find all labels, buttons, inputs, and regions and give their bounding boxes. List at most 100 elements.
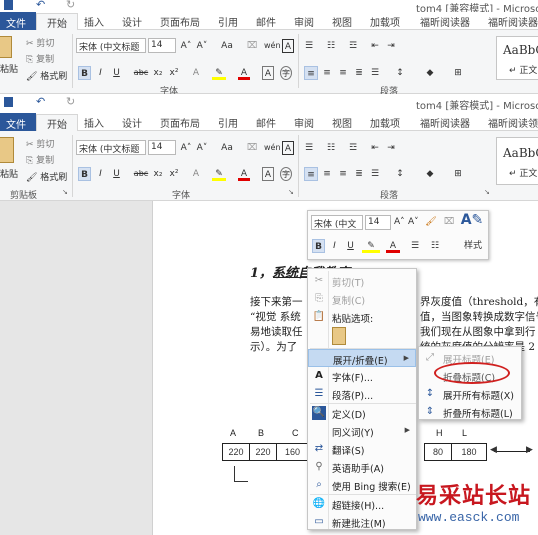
tab-review[interactable]: 审阅 — [294, 115, 314, 130]
paste-button[interactable]: 粘贴 — [0, 167, 18, 180]
mini-highlight-icon[interactable]: ✎ — [362, 239, 380, 253]
grow-font-icon[interactable]: A˄ — [180, 141, 192, 155]
table-cell[interactable]: 220 — [249, 443, 277, 461]
tab-addins-top[interactable]: 加载项 — [370, 14, 400, 29]
tab-references[interactable]: 引用 — [218, 115, 238, 130]
menu-item-expand-collapse[interactable]: 展开/折叠(E) ▶ — [308, 349, 416, 367]
decrease-indent-icon[interactable]: ⇤ — [368, 141, 382, 155]
menu-item-font[interactable]: A 字体(F)... — [308, 367, 416, 385]
undo-icon[interactable]: ↶ — [36, 0, 45, 11]
shrink-font-icon[interactable]: A˅ — [196, 39, 208, 53]
tab-home-top[interactable]: 开始 — [36, 13, 78, 31]
tab-view-top[interactable]: 视图 — [332, 14, 352, 29]
doc-line-4[interactable]: 示）。为了 — [250, 339, 297, 354]
table-cell[interactable]: 180 — [451, 443, 487, 461]
distribute-icon[interactable]: ☰ — [368, 167, 382, 181]
strikethrough-button[interactable]: abc — [132, 167, 150, 181]
clear-format-icon[interactable]: ⌧ — [442, 215, 456, 229]
menu-item-bing-search[interactable]: ⌕ 使用 Bing 搜索(E) — [308, 476, 416, 494]
subscript-icon[interactable]: x₂ — [152, 167, 164, 181]
doc-line-2[interactable]: “视觉 系统 — [250, 309, 301, 324]
tab-foxit-top[interactable]: 福昕阅读器 — [420, 14, 470, 29]
tab-insert-top[interactable]: 插入 — [84, 14, 104, 29]
cut-button-top[interactable]: ✂ 剪切 — [26, 36, 54, 49]
redo-icon[interactable]: ↻ — [66, 95, 75, 108]
menu-item-new-comment[interactable]: ▭ 新建批注(M) — [308, 513, 416, 531]
doc-line-3[interactable]: 易地读取任 — [250, 324, 303, 339]
mini-bullets-icon[interactable]: ☰ — [408, 239, 422, 253]
save-icon[interactable] — [4, 97, 13, 107]
redo-icon[interactable]: ↻ — [66, 0, 75, 11]
clear-format-icon[interactable]: ⌧ — [246, 141, 258, 155]
italic-button[interactable]: I — [94, 167, 107, 181]
tab-foxit2-top[interactable]: 福昕阅读器 — [488, 14, 538, 29]
bullets-icon[interactable]: ☰ — [302, 39, 316, 53]
submenu-item-expand-all[interactable]: ↕ 展开所有标题(X) — [419, 385, 521, 403]
phonetic-guide-button[interactable]: wén — [264, 141, 281, 155]
shrink-font-icon[interactable]: A˅ — [196, 141, 208, 155]
bold-button-top[interactable]: B — [78, 66, 91, 80]
font-name-combo-top[interactable]: 宋体 (中文标题 — [76, 38, 146, 53]
bullets-icon[interactable]: ☰ — [302, 141, 316, 155]
phonetic-guide-button[interactable]: wén — [264, 39, 281, 53]
decrease-indent-icon[interactable]: ⇤ — [368, 39, 382, 53]
shading-icon[interactable]: ◆ — [422, 167, 438, 181]
align-left-icon[interactable]: ≡ — [304, 66, 318, 80]
styles-pane-icon[interactable]: A✎ — [460, 213, 484, 227]
line-spacing-icon[interactable]: ↕ — [392, 66, 408, 80]
tab-design[interactable]: 设计 — [122, 115, 142, 130]
doc-line-3-right[interactable]: 我们现在从图象中拿到行 — [420, 324, 536, 339]
mini-font-color-icon[interactable]: A — [386, 239, 400, 253]
doc-line-1[interactable]: 接下来第一 — [250, 294, 303, 309]
increase-indent-icon[interactable]: ⇥ — [384, 39, 398, 53]
tab-review-top[interactable]: 审阅 — [294, 14, 314, 29]
char-border-icon[interactable]: A — [282, 39, 294, 53]
mini-font-name-combo[interactable]: 宋体 (中文 — [311, 215, 363, 230]
paste-icon[interactable] — [0, 36, 12, 58]
font-color-icon[interactable]: A — [238, 66, 250, 80]
change-case-button[interactable]: Aa — [218, 141, 236, 155]
tab-insert[interactable]: 插入 — [84, 115, 104, 130]
bold-button[interactable]: B — [78, 167, 91, 181]
mini-bold-button[interactable]: B — [312, 239, 325, 253]
save-icon[interactable] — [4, 0, 13, 10]
tab-view[interactable]: 视图 — [332, 115, 352, 130]
mini-italic-button[interactable]: I — [328, 239, 341, 253]
menu-item-hyperlink[interactable]: 🌐 超链接(H)... — [308, 495, 416, 513]
mini-numbering-icon[interactable]: ☷ — [428, 239, 442, 253]
char-shading-icon[interactable]: A — [262, 167, 274, 181]
text-effect-icon[interactable]: A — [190, 167, 202, 181]
menu-item-translate[interactable]: ⇄ 翻译(S) — [308, 440, 416, 458]
superscript-icon[interactable]: x² — [168, 167, 180, 181]
doc-line-2-right[interactable]: 值，当图象转换成数字信号 — [420, 309, 538, 324]
tab-references-top[interactable]: 引用 — [218, 14, 238, 29]
undo-icon[interactable]: ↶ — [36, 95, 45, 108]
tab-layout[interactable]: 页面布局 — [160, 115, 200, 130]
borders-icon[interactable]: ⊞ — [450, 66, 466, 80]
shading-icon[interactable]: ◆ — [422, 66, 438, 80]
font-size-combo[interactable]: 14 — [148, 140, 176, 155]
font-name-combo[interactable]: 宋体 (中文标题 — [76, 140, 146, 155]
align-right-icon[interactable]: ≡ — [336, 167, 350, 181]
mini-underline-button[interactable]: U — [344, 239, 357, 253]
borders-icon[interactable]: ⊞ — [450, 167, 466, 181]
tab-file-top[interactable]: 文件 — [0, 12, 36, 30]
italic-button-top[interactable]: I — [94, 66, 107, 80]
mini-styles-button[interactable]: 样式 — [460, 239, 486, 253]
char-shading-icon[interactable]: A — [262, 66, 274, 80]
numbering-icon[interactable]: ☷ — [324, 39, 338, 53]
justify-icon[interactable]: ≣ — [352, 167, 366, 181]
numbering-icon[interactable]: ☷ — [324, 141, 338, 155]
align-left-icon[interactable]: ≡ — [304, 167, 318, 181]
multilevel-list-icon[interactable]: ☲ — [346, 141, 360, 155]
copy-button[interactable]: ⎘ 复制 — [26, 153, 54, 166]
font-launcher-icon[interactable]: ↘ — [288, 188, 294, 196]
cut-button[interactable]: ✂ 剪切 — [26, 137, 54, 150]
underline-button-top[interactable]: U — [110, 66, 123, 80]
grow-font-icon[interactable]: A˄ — [180, 39, 192, 53]
format-painter-button[interactable]: 🖌 格式刷 — [26, 170, 67, 183]
superscript-icon[interactable]: x² — [168, 66, 180, 80]
underline-button[interactable]: U — [110, 167, 123, 181]
paste-button-top[interactable]: 粘贴 — [0, 62, 18, 75]
tab-foxit[interactable]: 福昕阅读器 — [420, 115, 470, 130]
